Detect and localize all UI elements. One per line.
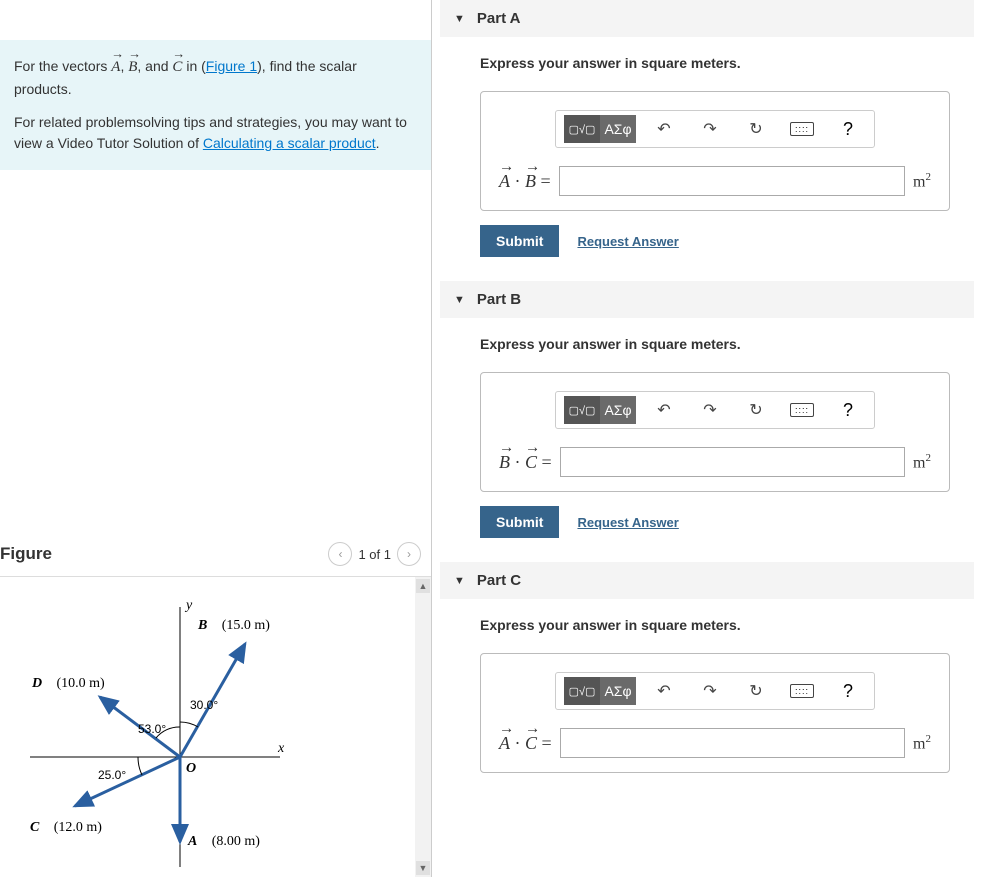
help-button[interactable]: ? (830, 677, 866, 705)
part-a-title: Part A (477, 10, 521, 27)
redo-icon: ↷ (703, 119, 716, 139)
part-a-instruction: Express your answer in square meters. (480, 55, 950, 71)
part-b: ▼ Part B Express your answer in square m… (440, 281, 974, 550)
part-b-answer-box: ▢√▢ ΑΣφ ↶ ↷ ↻ :::: ? B · C = m2 (480, 372, 950, 492)
part-b-toolbar: ▢√▢ ΑΣφ ↶ ↷ ↻ :::: ? (555, 391, 875, 429)
keyboard-button[interactable]: :::: (784, 115, 820, 143)
part-a-toolbar: ▢√▢ ΑΣφ ↶ ↷ ↻ :::: ? (555, 110, 875, 148)
keyboard-icon: :::: (790, 122, 814, 136)
part-b-instruction: Express your answer in square meters. (480, 336, 950, 352)
scroll-down-icon[interactable]: ▼ (416, 861, 430, 875)
part-c-instruction: Express your answer in square meters. (480, 617, 950, 633)
part-a-header[interactable]: ▼ Part A (440, 0, 974, 37)
left-panel: For the vectors A, B, and C in (Figure 1… (0, 0, 432, 877)
scroll-up-icon[interactable]: ▲ (416, 579, 430, 593)
template-button[interactable]: ▢√▢ (564, 396, 600, 424)
part-c-unit: m2 (913, 733, 931, 753)
svg-text:C⃗ (12.0 m): C⃗ (12.0 m) (30, 820, 102, 835)
problem-statement: For the vectors A, B, and C in (Figure 1… (0, 40, 431, 170)
undo-icon: ↶ (657, 681, 670, 701)
part-b-submit-button[interactable]: Submit (480, 506, 559, 538)
undo-button[interactable]: ↶ (646, 115, 682, 143)
part-a-unit: m2 (913, 171, 931, 191)
redo-button[interactable]: ↷ (692, 396, 728, 424)
undo-icon: ↶ (657, 400, 670, 420)
keyboard-button[interactable]: :::: (784, 677, 820, 705)
origin-label: O (186, 761, 196, 776)
reset-icon: ↻ (749, 119, 762, 139)
figure-section: Figure ‹ 1 of 1 › (0, 532, 431, 877)
greek-button[interactable]: ΑΣφ (600, 115, 636, 143)
reset-button[interactable]: ↻ (738, 396, 774, 424)
svg-text:B⃗ (15.0 m): B⃗ (15.0 m) (197, 618, 270, 633)
part-b-title: Part B (477, 291, 521, 308)
help-icon: ? (843, 400, 853, 421)
part-a: ▼ Part A Express your answer in square m… (440, 0, 974, 269)
svg-text:D⃗ (10.0 m): D⃗ (10.0 m) (31, 676, 105, 691)
figure-pager: 1 of 1 (358, 547, 391, 562)
tips-link[interactable]: Calculating a scalar product (203, 135, 376, 151)
greek-button[interactable]: ΑΣφ (600, 396, 636, 424)
reset-icon: ↻ (749, 681, 762, 701)
figure-link[interactable]: Figure 1 (206, 58, 257, 74)
caret-down-icon: ▼ (454, 294, 465, 306)
part-b-input[interactable] (560, 447, 905, 477)
problem-intro-middle: in ( (186, 58, 205, 74)
part-a-lhs: A · B = (499, 171, 551, 192)
x-axis-label: x (277, 741, 285, 756)
keyboard-icon: :::: (790, 684, 814, 698)
undo-icon: ↶ (657, 119, 670, 139)
angle-d: 53.0° (138, 722, 166, 736)
part-c-lhs: A · C = (499, 733, 552, 754)
part-b-unit: m2 (913, 452, 931, 472)
part-a-input[interactable] (559, 166, 905, 196)
figure-nav: ‹ 1 of 1 › (328, 542, 421, 566)
redo-icon: ↷ (703, 400, 716, 420)
redo-button[interactable]: ↷ (692, 677, 728, 705)
svg-text:A⃗ (8.00 m): A⃗ (8.00 m) (187, 834, 260, 849)
figure-title: Figure (0, 544, 52, 564)
reset-button[interactable]: ↻ (738, 115, 774, 143)
part-c-title: Part C (477, 572, 521, 589)
figure-prev-button[interactable]: ‹ (328, 542, 352, 566)
template-button[interactable]: ▢√▢ (564, 115, 600, 143)
part-a-answer-box: ▢√▢ ΑΣφ ↶ ↷ ↻ :::: ? A · B = m2 (480, 91, 950, 211)
template-button[interactable]: ▢√▢ (564, 677, 600, 705)
help-button[interactable]: ? (830, 396, 866, 424)
right-panel: ▼ Part A Express your answer in square m… (432, 0, 982, 877)
part-b-header[interactable]: ▼ Part B (440, 281, 974, 318)
part-c-input[interactable] (560, 728, 905, 758)
help-icon: ? (843, 681, 853, 702)
part-b-lhs: B · C = (499, 452, 552, 473)
vector-diagram: x y O B⃗ (15.0 m) D⃗ (10.0 m) C⃗ (12.0 m… (20, 587, 400, 877)
part-b-request-answer-link[interactable]: Request Answer (577, 515, 678, 530)
caret-down-icon: ▼ (454, 575, 465, 587)
reset-button[interactable]: ↻ (738, 677, 774, 705)
part-a-request-answer-link[interactable]: Request Answer (577, 234, 678, 249)
figure-scrollbar[interactable]: ▲ ▼ (415, 577, 431, 877)
reset-icon: ↻ (749, 400, 762, 420)
greek-button[interactable]: ΑΣφ (600, 677, 636, 705)
problem-intro-prefix: For the vectors (14, 58, 111, 74)
caret-down-icon: ▼ (454, 13, 465, 25)
angle-c: 25.0° (98, 768, 126, 782)
undo-button[interactable]: ↶ (646, 396, 682, 424)
undo-button[interactable]: ↶ (646, 677, 682, 705)
angle-b: 30.0° (190, 698, 218, 712)
help-icon: ? (843, 119, 853, 140)
part-c-toolbar: ▢√▢ ΑΣφ ↶ ↷ ↻ :::: ? (555, 672, 875, 710)
part-c: ▼ Part C Express your answer in square m… (440, 562, 974, 799)
figure-next-button[interactable]: › (397, 542, 421, 566)
help-button[interactable]: ? (830, 115, 866, 143)
figure-body: x y O B⃗ (15.0 m) D⃗ (10.0 m) C⃗ (12.0 m… (0, 577, 431, 877)
part-c-answer-box: ▢√▢ ΑΣφ ↶ ↷ ↻ :::: ? A · C = m2 (480, 653, 950, 773)
keyboard-button[interactable]: :::: (784, 396, 820, 424)
part-a-submit-button[interactable]: Submit (480, 225, 559, 257)
redo-icon: ↷ (703, 681, 716, 701)
keyboard-icon: :::: (790, 403, 814, 417)
y-axis-label: y (184, 598, 193, 613)
redo-button[interactable]: ↷ (692, 115, 728, 143)
part-c-header[interactable]: ▼ Part C (440, 562, 974, 599)
